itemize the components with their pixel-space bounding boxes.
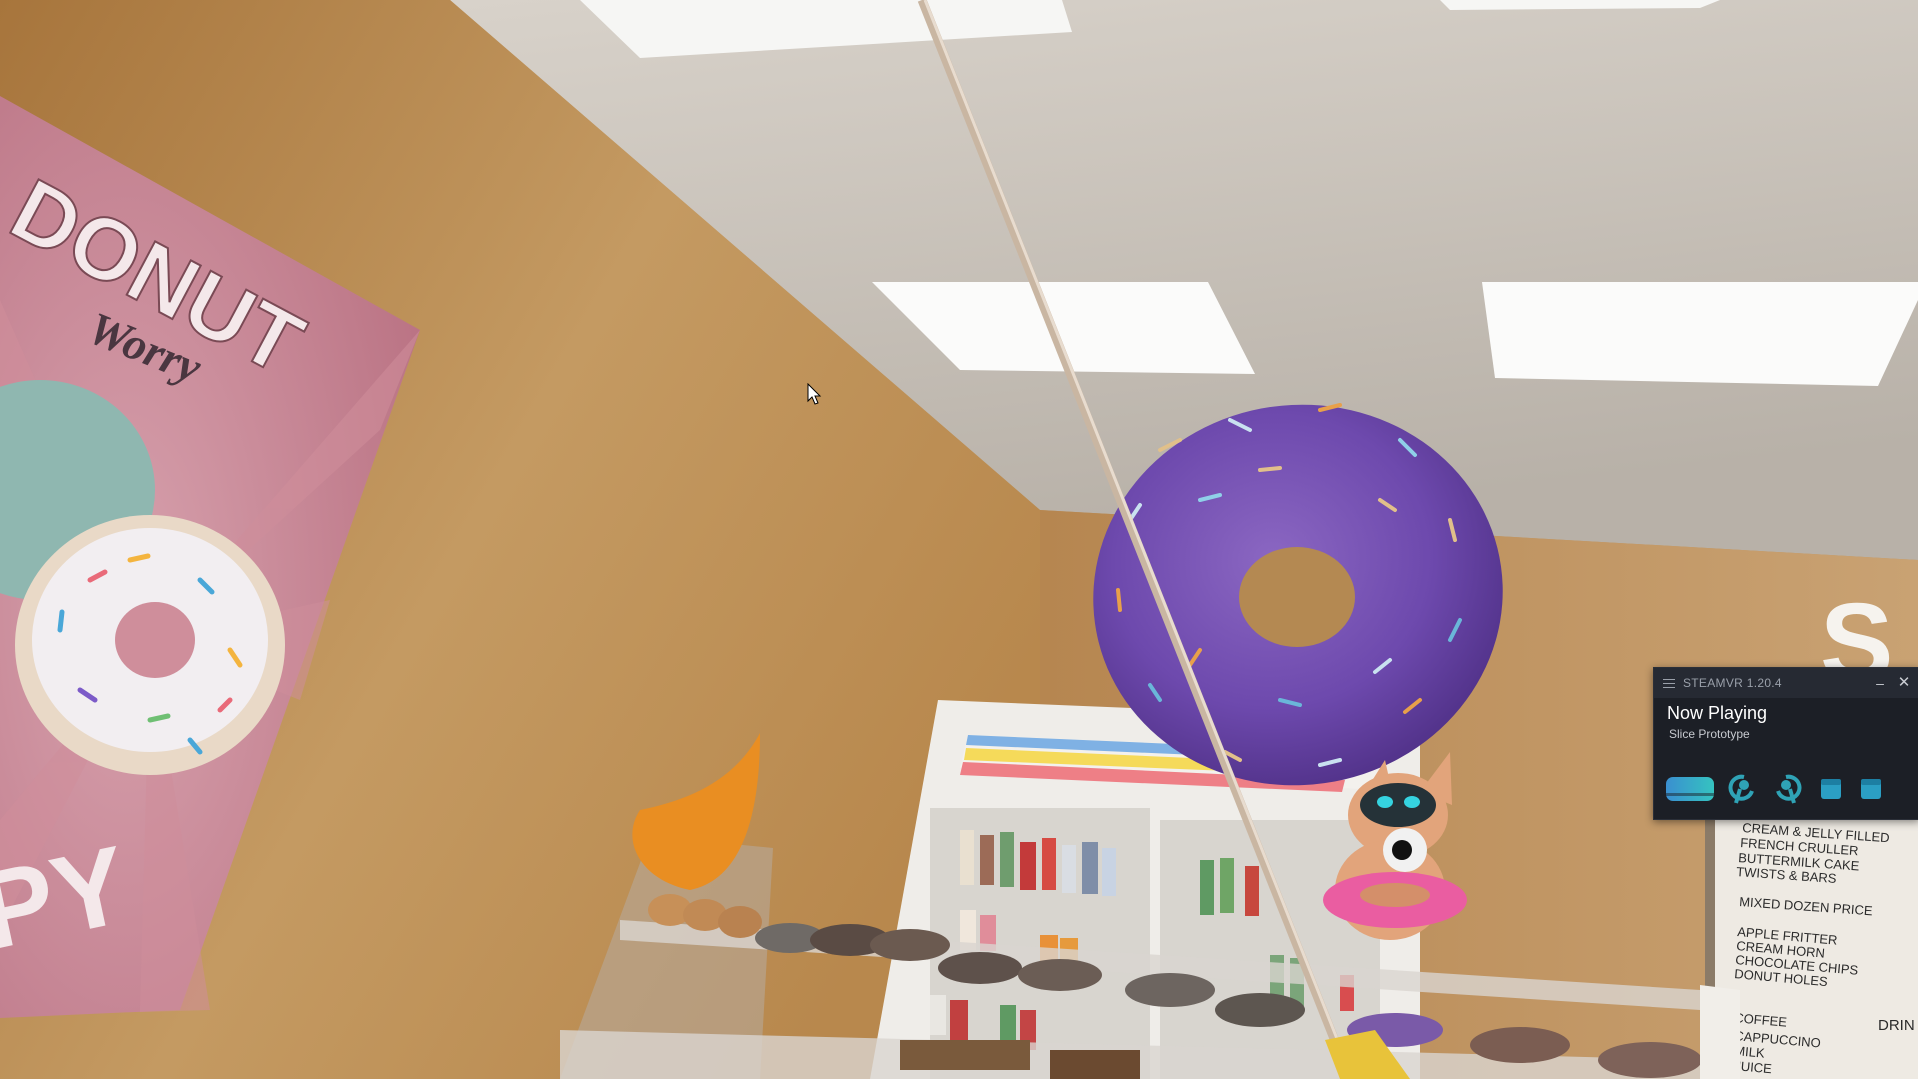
base-station-icon[interactable] — [1818, 774, 1844, 804]
controller-right-icon[interactable] — [1770, 772, 1804, 806]
steamvr-titlebar[interactable]: STEAMVR 1.20.4 – ✕ — [1654, 668, 1918, 698]
ceiling-light — [1482, 282, 1918, 386]
game-viewport[interactable]: DONUT Worry PY S CREAM & JELLY FILLED FR… — [0, 0, 1918, 1079]
minimize-icon[interactable]: – — [1871, 674, 1889, 692]
mouse-cursor-icon — [807, 383, 822, 405]
close-icon[interactable]: ✕ — [1895, 674, 1913, 692]
menu-drinks-label: DRIN — [1878, 1017, 1915, 1034]
controller-left-icon[interactable] — [1726, 772, 1760, 806]
now-playing-label: Now Playing — [1667, 703, 1768, 723]
hamburger-menu-icon[interactable] — [1663, 678, 1675, 688]
now-playing-app-name: Slice Prototype — [1669, 727, 1750, 741]
base-station-icon[interactable] — [1858, 774, 1884, 804]
steamvr-title: STEAMVR 1.20.4 — [1683, 676, 1782, 690]
steamvr-status-window[interactable]: STEAMVR 1.20.4 – ✕ Now Playing Slice Pro… — [1653, 667, 1918, 820]
headset-icon[interactable] — [1664, 772, 1716, 806]
device-status-bar — [1664, 772, 1884, 806]
